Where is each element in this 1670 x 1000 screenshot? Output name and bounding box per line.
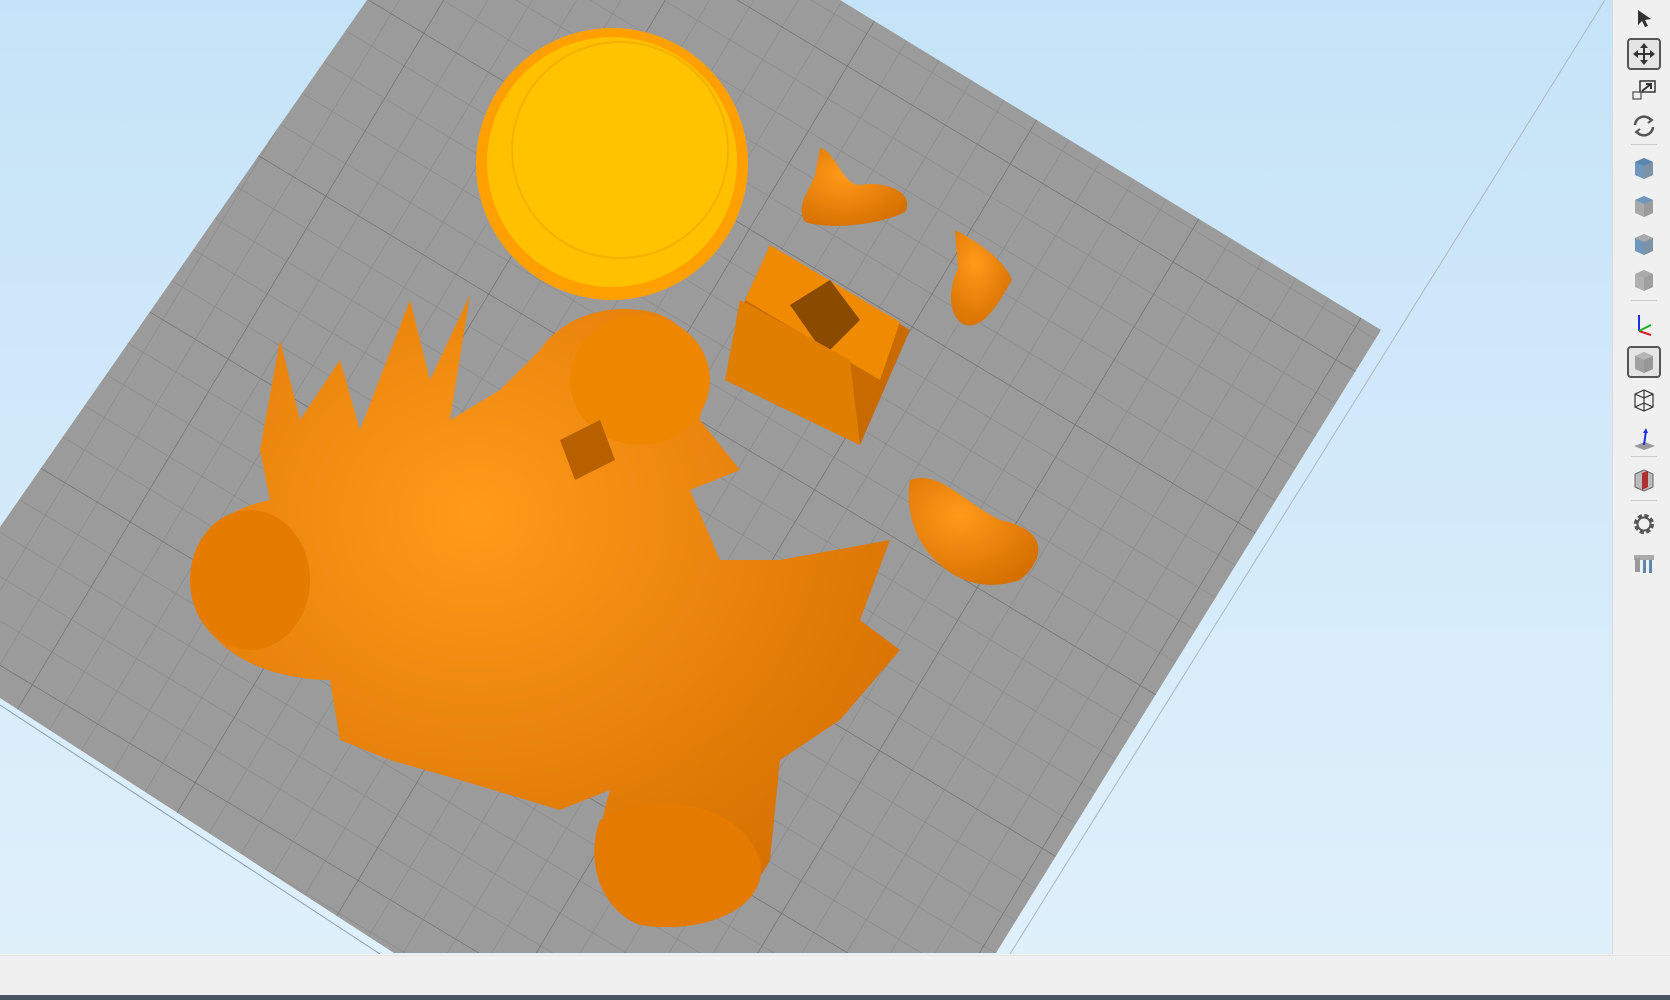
view-front-cube-icon — [1631, 193, 1657, 219]
view-front-cube-button[interactable] — [1627, 190, 1661, 222]
move-icon — [1631, 41, 1657, 67]
cross-section-icon — [1631, 467, 1657, 493]
cross-section-button[interactable] — [1627, 464, 1661, 496]
drop-to-plate-button[interactable] — [1627, 422, 1661, 454]
right-toolbar — [1612, 0, 1670, 954]
settings-gear-button[interactable] — [1627, 508, 1661, 540]
axes-icon — [1631, 311, 1657, 337]
supports-button[interactable] — [1627, 548, 1661, 580]
solid-view-button[interactable] — [1627, 346, 1661, 378]
status-bar — [0, 955, 1670, 996]
view-top-cube-button[interactable] — [1627, 152, 1661, 184]
settings-gear-icon — [1630, 510, 1658, 538]
toolbar-separator — [1631, 144, 1657, 145]
toolbar-separator — [1631, 456, 1657, 457]
rotate-icon — [1630, 112, 1658, 140]
select-arrow-button[interactable] — [1627, 2, 1661, 34]
toolbar-separator — [1631, 300, 1657, 301]
view-side-cube-icon — [1631, 231, 1657, 257]
rotate-button[interactable] — [1627, 110, 1661, 142]
scale-icon — [1631, 78, 1657, 102]
3d-viewport[interactable] — [0, 0, 1612, 954]
select-arrow-icon — [1633, 7, 1655, 29]
solid-view-icon — [1631, 349, 1657, 375]
supports-icon — [1631, 552, 1657, 576]
taskbar-strip — [0, 995, 1670, 1000]
wireframe-view-icon — [1631, 387, 1657, 413]
view-right-cube-icon — [1631, 267, 1657, 293]
scene[interactable] — [0, 0, 1612, 954]
disc-model[interactable] — [476, 28, 748, 300]
scale-button[interactable] — [1627, 74, 1661, 106]
view-right-cube-button[interactable] — [1627, 264, 1661, 296]
axes-button[interactable] — [1627, 308, 1661, 340]
toolbar-separator — [1631, 500, 1657, 501]
wireframe-view-button[interactable] — [1627, 384, 1661, 416]
drop-to-plate-icon — [1631, 425, 1657, 451]
view-top-cube-icon — [1631, 155, 1657, 181]
move-button[interactable] — [1627, 38, 1661, 70]
view-side-cube-button[interactable] — [1627, 228, 1661, 260]
